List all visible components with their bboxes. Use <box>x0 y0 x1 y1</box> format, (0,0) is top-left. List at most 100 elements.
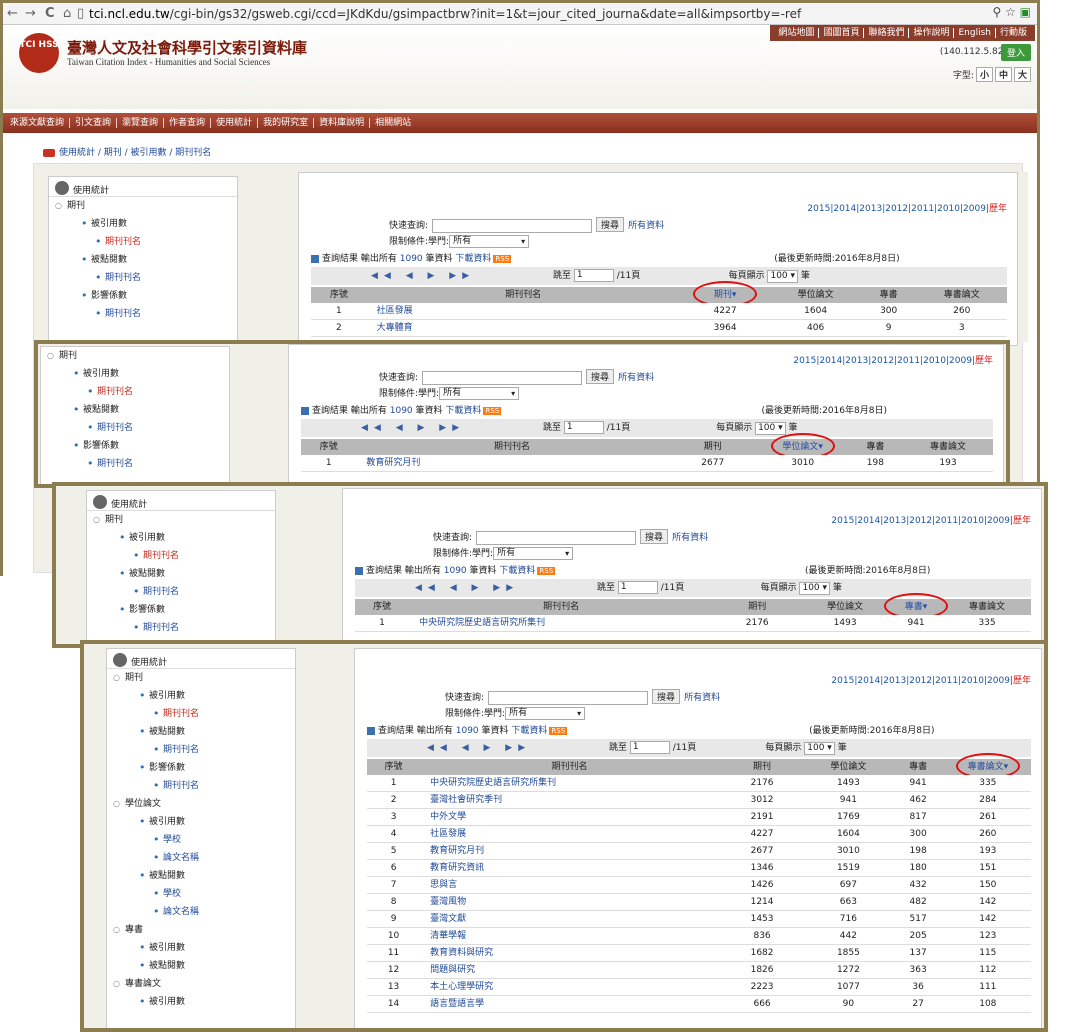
rss-icon[interactable]: RSS <box>549 727 568 735</box>
sidebar-item[interactable]: 被引用數 <box>87 529 275 547</box>
column-header[interactable]: 學位論文 <box>805 759 891 775</box>
journal-name-link[interactable]: 社區發展 <box>377 303 690 320</box>
extension-icon[interactable]: ▣ <box>1020 5 1031 19</box>
search-button[interactable]: 搜尋 <box>640 529 669 544</box>
sidebar-item[interactable]: 被引用數 <box>107 687 295 705</box>
column-header[interactable]: 專書論文 <box>903 439 993 455</box>
column-header[interactable]: 期刊刊名 <box>367 287 680 303</box>
sidebar-item[interactable]: 期刊 <box>49 197 237 215</box>
all-data-link[interactable]: 所有資料 <box>628 221 664 231</box>
sidebar-item[interactable]: 專書 <box>107 921 295 939</box>
pager-arrows[interactable]: ◀◀ ◀ ▶ ▶▶ <box>427 739 531 757</box>
download-link[interactable]: 下載資料 <box>511 726 547 736</box>
sidebar-item[interactable]: 影響係數 <box>107 759 295 777</box>
sidebar-item[interactable]: 期刊刊名 <box>107 777 295 795</box>
search-button[interactable]: 搜尋 <box>596 217 625 232</box>
sidebar-item[interactable]: 被點閱數 <box>107 867 295 885</box>
top-link[interactable]: 聯絡我們 <box>863 28 909 38</box>
download-link[interactable]: 下載資料 <box>445 406 481 416</box>
top-link[interactable]: English <box>953 28 995 38</box>
menu-item[interactable]: 作者查詢 <box>163 118 211 128</box>
year-all-link[interactable]: 歷年 <box>975 356 993 366</box>
sidebar-item[interactable]: 期刊刊名 <box>107 741 295 759</box>
per-page-select[interactable]: 100 ▾ <box>804 742 835 755</box>
sidebar-item[interactable]: 學位論文 <box>107 795 295 813</box>
all-data-link[interactable]: 所有資料 <box>618 373 654 383</box>
menu-item[interactable]: 引文查詢 <box>69 118 117 128</box>
sidebar-item[interactable]: 期刊刊名 <box>41 419 229 437</box>
column-header[interactable]: 學位論文 <box>770 287 860 303</box>
sidebar-item[interactable]: 期刊刊名 <box>87 547 275 565</box>
sidebar-item[interactable]: 期刊刊名 <box>87 619 275 637</box>
column-header[interactable]: 期刊刊名 <box>356 439 667 455</box>
sidebar-item[interactable]: 影響係數 <box>49 287 237 305</box>
year-links[interactable]: 2015|2014|2013|2012|2011|2010|2009| <box>793 356 975 366</box>
journal-name-link[interactable]: 語言暨語言學 <box>430 996 729 1013</box>
menu-item[interactable]: 相關網站 <box>369 118 417 128</box>
quick-search-input[interactable] <box>422 370 583 385</box>
sidebar-item[interactable]: 被引用數 <box>41 365 229 383</box>
zoom-icon[interactable]: ⚲ <box>992 5 1001 19</box>
top-link[interactable]: 行動版 <box>994 28 1031 38</box>
all-data-link[interactable]: 所有資料 <box>684 693 720 703</box>
sidebar-item[interactable]: 論文名稱 <box>107 849 295 867</box>
column-header[interactable]: 期刊刊名 <box>420 759 719 775</box>
sidebar-item[interactable]: 被引用數 <box>107 939 295 957</box>
journal-name-link[interactable]: 思與言 <box>430 877 729 894</box>
top-link[interactable]: 操作說明 <box>908 28 954 38</box>
column-header[interactable]: 序號 <box>367 759 420 775</box>
sidebar-item[interactable]: 被點閱數 <box>41 401 229 419</box>
column-header[interactable]: 期刊 <box>719 759 805 775</box>
page-input[interactable]: 1 <box>617 581 658 594</box>
journal-name-link[interactable]: 清華學報 <box>430 928 729 945</box>
login-button[interactable]: 登入 <box>1000 44 1031 61</box>
year-links[interactable]: 2015|2014|2013|2012|2011|2010|2009| <box>807 204 989 214</box>
font-big-button[interactable]: 大 <box>1013 67 1031 82</box>
column-header[interactable]: 期刊 <box>713 599 801 615</box>
discipline-select[interactable]: 所有 <box>493 547 574 560</box>
discipline-select[interactable]: 所有 <box>439 387 520 400</box>
journal-name-link[interactable]: 社區發展 <box>430 826 729 843</box>
sidebar-item[interactable]: 影響係數 <box>87 601 275 619</box>
menu-item[interactable]: 使用統計 <box>210 118 258 128</box>
menu-item[interactable]: 來源文獻查詢 <box>5 118 69 128</box>
quick-search-input[interactable] <box>432 218 593 233</box>
sidebar-item[interactable]: 被引用數 <box>107 993 295 1011</box>
sidebar-item[interactable]: 學校 <box>107 885 295 903</box>
per-page-select[interactable]: 100 ▾ <box>799 582 831 595</box>
journal-name-link[interactable]: 中央研究院歷史語言研究所集刊 <box>430 775 729 792</box>
sidebar-item[interactable]: 期刊刊名 <box>107 705 295 723</box>
rss-icon[interactable]: RSS <box>493 255 512 263</box>
pager-arrows[interactable]: ◀◀ ◀ ▶ ▶▶ <box>361 419 465 437</box>
sidebar-item[interactable]: 學校 <box>107 831 295 849</box>
per-page-select[interactable]: 100 ▾ <box>755 422 786 435</box>
rss-icon[interactable]: RSS <box>483 407 502 415</box>
column-header[interactable]: 專書 <box>861 287 917 303</box>
font-mid-button[interactable]: 中 <box>994 67 1012 82</box>
sidebar-item[interactable]: 被引用數 <box>49 215 237 233</box>
column-header[interactable]: 序號 <box>355 599 409 615</box>
sidebar-item[interactable]: 被點閱數 <box>107 957 295 975</box>
year-all-link[interactable]: 歷年 <box>989 204 1007 214</box>
sidebar-item[interactable]: 被點閱數 <box>87 565 275 583</box>
menu-item[interactable]: 我的研究室 <box>257 118 314 128</box>
column-header[interactable]: 專書 <box>892 759 945 775</box>
pager-arrows[interactable]: ◀◀ ◀ ▶ ▶▶ <box>371 267 475 285</box>
column-header[interactable]: 專書 <box>848 439 903 455</box>
back-icon[interactable]: ← <box>7 5 18 23</box>
sidebar-item[interactable]: 論文名稱 <box>107 903 295 921</box>
column-header[interactable]: 期刊刊名 <box>409 599 713 615</box>
home-icon[interactable]: ⌂ <box>63 5 71 23</box>
year-all-link[interactable]: 歷年 <box>1013 676 1031 686</box>
font-small-button[interactable]: 小 <box>975 67 993 82</box>
column-header[interactable]: 學位論文 <box>801 599 889 615</box>
download-link[interactable]: 下載資料 <box>499 566 535 576</box>
discipline-select[interactable]: 所有 <box>505 707 586 720</box>
journal-name-link[interactable]: 中外文學 <box>430 809 729 826</box>
sidebar-item[interactable]: 期刊刊名 <box>49 269 237 287</box>
journal-name-link[interactable]: 教育研究資訊 <box>430 860 729 877</box>
column-header[interactable]: 專書論文 <box>943 599 1031 615</box>
sidebar-item[interactable]: 期刊 <box>87 511 275 529</box>
sidebar-item[interactable]: 期刊 <box>41 347 229 365</box>
column-header[interactable]: 序號 <box>311 287 367 303</box>
